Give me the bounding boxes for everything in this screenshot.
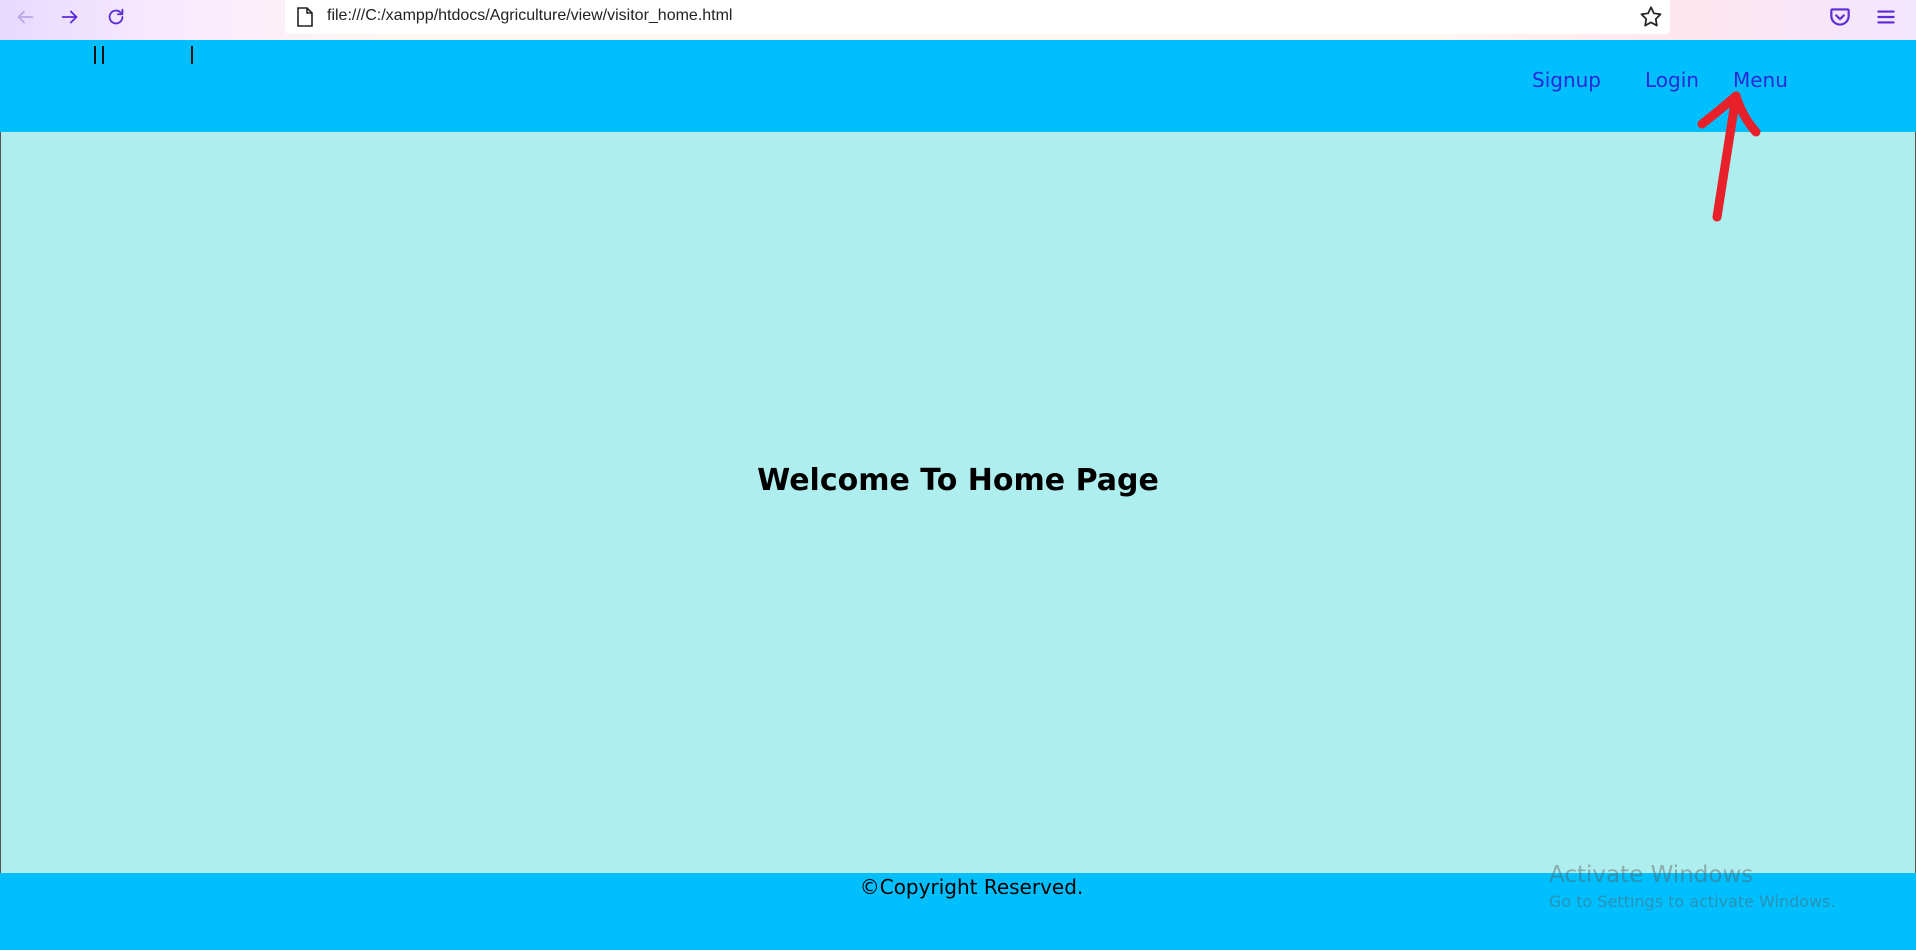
text-cursor-bar: [102, 46, 104, 64]
windows-activation-watermark: Activate Windows Go to Settings to activ…: [1549, 860, 1836, 914]
forward-arrow-icon[interactable]: [53, 2, 87, 32]
header-nav: Signup Login Menu: [0, 68, 1916, 92]
url-bar[interactable]: file:///C:/xampp/htdocs/Agriculture/view…: [285, 0, 1670, 34]
watermark-subtitle: Go to Settings to activate Windows.: [1549, 892, 1836, 911]
text-cursor-bar: [191, 46, 193, 64]
watermark-title: Activate Windows: [1549, 862, 1754, 888]
site-header: Signup Login Menu: [0, 40, 1916, 132]
hamburger-menu-icon[interactable]: [1873, 4, 1899, 30]
text-cursor-bar: [94, 46, 96, 64]
signup-link[interactable]: Signup: [1532, 68, 1601, 92]
main-content: Welcome To Home Page: [0, 132, 1916, 873]
red-arrow-annotation: [1697, 91, 1761, 222]
url-text[interactable]: file:///C:/xampp/htdocs/Agriculture/view…: [327, 7, 732, 25]
reload-icon[interactable]: [99, 2, 133, 32]
browser-toolbar: file:///C:/xampp/htdocs/Agriculture/view…: [0, 0, 1916, 40]
page-icon: [297, 7, 313, 27]
page-title: Welcome To Home Page: [757, 463, 1159, 498]
star-icon[interactable]: [1638, 4, 1664, 30]
back-arrow-icon[interactable]: [8, 2, 42, 32]
pocket-icon[interactable]: [1827, 4, 1853, 30]
